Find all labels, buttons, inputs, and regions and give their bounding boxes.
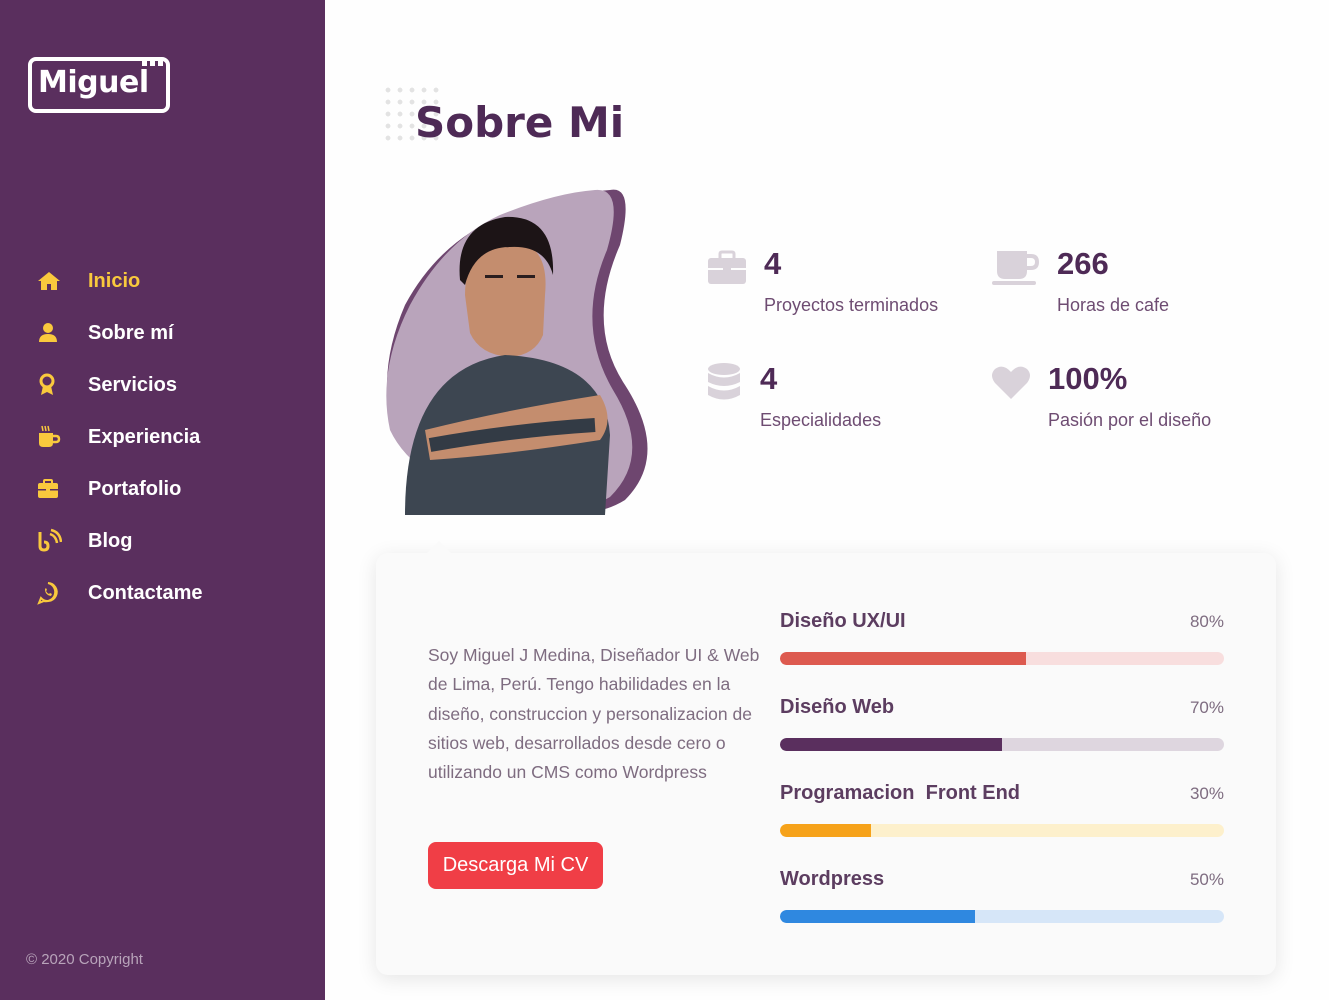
briefcase-icon — [36, 476, 88, 502]
bio-text: Soy Miguel J Medina, Diseñador UI & Web … — [428, 645, 760, 783]
about-card: Soy Miguel J Medina, Diseñador UI & Web … — [376, 541, 1276, 975]
skill-progress-bar — [780, 824, 1224, 837]
sidebar-item-experiencia[interactable]: Experiencia — [36, 411, 202, 463]
stat-label: Pasión por el diseño — [1048, 410, 1212, 430]
skill-name: Programacion Front End — [780, 782, 1021, 804]
stat-value: 100% — [1048, 361, 1128, 396]
sidebar-item-servicios[interactable]: Servicios — [36, 359, 202, 411]
page-title: Sobre Mi — [415, 98, 625, 147]
sidebar-item-inicio[interactable]: Inicio — [36, 255, 202, 307]
database-icon — [707, 362, 743, 409]
skill-progress-fill — [780, 910, 976, 923]
skill-percent: 50% — [1189, 870, 1224, 889]
coffee-icon — [36, 424, 88, 450]
sidebar-item-label: Sobre mí — [88, 321, 174, 344]
stat-value: 4 — [764, 246, 782, 281]
briefcase-icon — [707, 250, 747, 291]
sidebar-item-label: Inicio — [88, 269, 141, 292]
whatsapp-icon — [36, 580, 88, 606]
rss-icon — [36, 528, 88, 554]
sidebar-item-label: Contactame — [88, 581, 203, 604]
sidebar-item-blog[interactable]: Blog — [36, 515, 202, 567]
skill-percent: 80% — [1189, 612, 1224, 631]
coffee-cup-icon — [991, 247, 1040, 292]
award-icon — [36, 372, 88, 398]
skill-progress-fill — [780, 824, 872, 837]
download-cv-button[interactable]: Descarga Mi CV — [428, 842, 603, 889]
skill-name: Wordpress — [780, 868, 885, 890]
skill-progress-bar — [780, 738, 1224, 751]
sidebar-item-contactame[interactable]: Contactame — [36, 567, 202, 619]
stat-label: Proyectos terminados — [764, 295, 939, 315]
stat-value: 266 — [1057, 246, 1109, 281]
profile-photo — [386, 189, 648, 515]
sidebar-item-sobre-mi[interactable]: Sobre mí — [36, 307, 202, 359]
card-pointer — [427, 541, 451, 553]
sidebar-item-portafolio[interactable]: Portafolio — [36, 463, 202, 515]
skill-percent: 30% — [1189, 784, 1224, 803]
sidebar: Miguel Inicio Sobre mí Servicios Experie… — [0, 0, 325, 1000]
copyright: © 2020 Copyright — [26, 951, 143, 968]
logo-text: Miguel — [38, 65, 149, 100]
stat-label: Horas de cafe — [1057, 295, 1170, 315]
skill-progress-fill — [780, 652, 1027, 665]
logo[interactable]: Miguel — [28, 55, 173, 115]
sidebar-item-label: Portafolio — [88, 477, 182, 500]
skill-progress-fill — [780, 738, 1002, 751]
sidebar-item-label: Servicios — [88, 373, 177, 396]
sidebar-nav: Inicio Sobre mí Servicios Experiencia Po… — [36, 255, 202, 619]
skill-front-end: Programacion Front End 30% — [780, 780, 1224, 866]
skill-progress-bar — [780, 652, 1224, 665]
stat-value: 4 — [760, 361, 778, 396]
user-icon — [36, 320, 88, 346]
skill-ux-ui: Diseño UX/UI 80% — [780, 608, 1224, 694]
stat-label: Especialidades — [760, 410, 882, 430]
skill-web-design: Diseño Web 70% — [780, 694, 1224, 780]
sidebar-item-label: Experiencia — [88, 425, 201, 448]
skill-name: Diseño Web — [780, 696, 895, 718]
skills-list: Diseño UX/UI 80% Diseño Web 70% Programa… — [780, 608, 1224, 952]
skill-progress-bar — [780, 910, 1224, 923]
skill-wordpress: Wordpress 50% — [780, 866, 1224, 952]
heart-icon — [991, 365, 1031, 406]
home-icon — [36, 268, 88, 294]
skill-name: Diseño UX/UI — [780, 610, 906, 632]
skill-percent: 70% — [1189, 698, 1224, 717]
main-content: Sobre Mi 4 Proyectos terminados 266 Hora… — [325, 0, 1329, 1000]
sidebar-item-label: Blog — [88, 529, 133, 552]
